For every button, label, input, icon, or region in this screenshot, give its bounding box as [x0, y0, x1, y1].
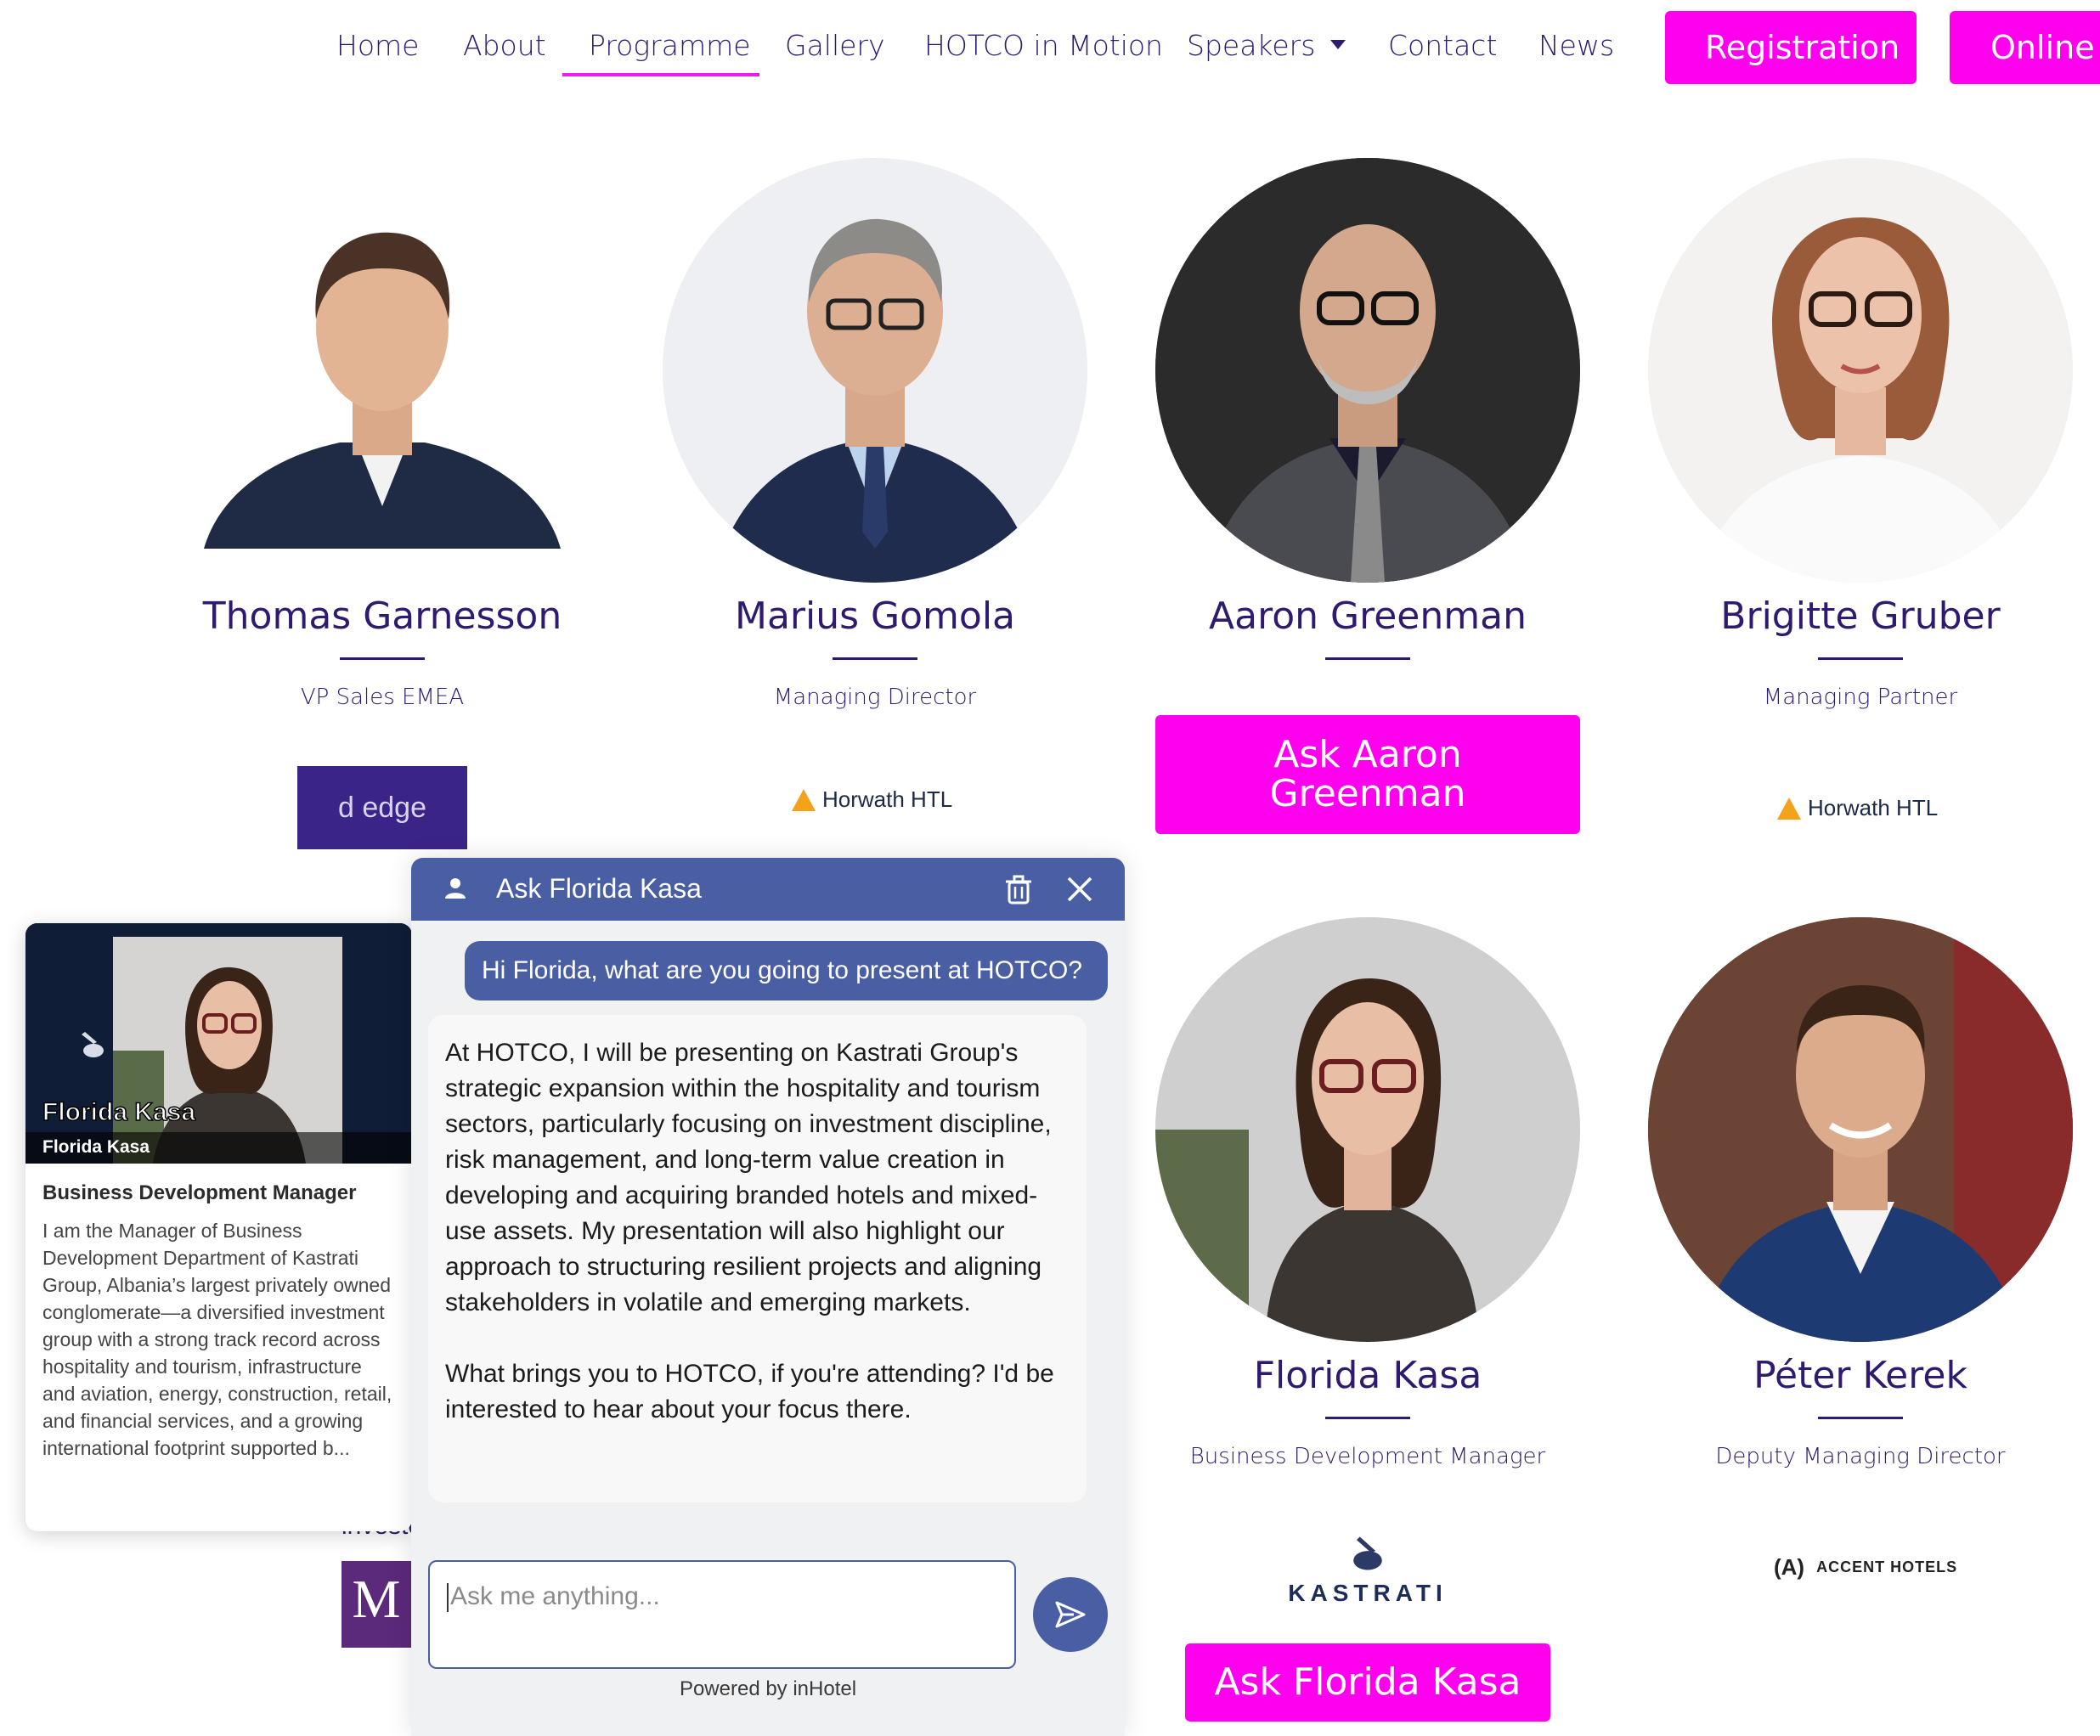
speaker-title: Managing Director — [773, 685, 977, 710]
chat-input[interactable]: Ask me anything... — [428, 1560, 1016, 1669]
chat-bot-paragraph: What brings you to HOTCO, if you're atte… — [445, 1360, 1054, 1423]
online-event-button[interactable]: Online E — [1950, 11, 2100, 84]
chat-input-placeholder: Ask me anything... — [450, 1582, 660, 1610]
speaker-name: Marius Gomola — [734, 595, 1016, 638]
speaker-title: Business Development Manager — [1189, 1444, 1546, 1469]
chat-user-message: Hi Florida, what are you going to presen… — [465, 941, 1108, 1000]
nav-programme[interactable]: Programme — [589, 29, 751, 62]
company-logo-mellow-mood: M — [342, 1561, 411, 1648]
speaker-name: Florida Kasa — [1253, 1354, 1482, 1397]
chat-bot-paragraph: At HOTCO, I will be presenting on Kastra… — [445, 1039, 1052, 1316]
speaker-divider — [1325, 1417, 1410, 1419]
horwath-triangle-icon — [1777, 797, 1801, 820]
company-logo-kastrati: KASTRATI — [1274, 1529, 1461, 1614]
speaker-name: Brigitte Gruber — [1720, 595, 2001, 638]
mellow-logo-letter: M — [352, 1569, 401, 1629]
chat-header: Ask Florida Kasa — [411, 858, 1125, 921]
speaker-photo — [1648, 917, 2073, 1342]
speaker-name: Thomas Garnesson — [202, 595, 562, 638]
powered-by-text: Powered by inHotel — [679, 1677, 857, 1700]
speaker-photo — [663, 158, 1087, 583]
horwath-logo-text: Horwath HTL — [1808, 795, 1939, 820]
company-logo-horwath: Horwath HTL — [1777, 795, 1938, 821]
text-cursor — [447, 1583, 449, 1613]
ask-aaron-greenman-button[interactable]: Ask Aaron Greenman — [1155, 715, 1580, 834]
speaker-title: Managing Partner — [1763, 685, 1958, 710]
close-icon[interactable] — [1067, 876, 1092, 902]
accent-logo-text: ACCENT HOTELS — [1816, 1558, 1958, 1575]
horwath-logo-text: Horwath HTL — [822, 786, 953, 812]
nav-hotco-in-motion[interactable]: HOTCO in Motion — [924, 29, 1163, 62]
nav-active-underline — [562, 73, 759, 76]
nav-speakers-label: Speakers — [1187, 29, 1316, 62]
nav-news[interactable]: News — [1538, 29, 1614, 62]
registration-button[interactable]: Registration — [1665, 11, 1917, 84]
chat-bot-message: At HOTCO, I will be presenting on Kastra… — [428, 1015, 1087, 1502]
profile-card-bio: I am the Manager of Business Development… — [42, 1220, 392, 1459]
send-icon — [1055, 1601, 1086, 1628]
speaker-title: Deputy Managing Director — [1715, 1444, 2006, 1469]
speaker-photo — [1155, 158, 1580, 583]
speaker-divider — [1818, 657, 1903, 660]
profile-card-photo — [25, 923, 412, 1164]
speaker-name: Aaron Greenman — [1209, 595, 1527, 638]
profile-card-name-overlay: Florida Kasa — [42, 1097, 196, 1127]
nav-gallery[interactable]: Gallery — [785, 29, 885, 62]
speaker-photo — [1155, 917, 1580, 1342]
chevron-down-icon — [1330, 40, 1346, 49]
speaker-divider — [1325, 657, 1410, 660]
nav-speakers[interactable]: Speakers — [1187, 29, 1346, 62]
profile-card-hero — [25, 923, 412, 1164]
profile-card-name: Florida Kasa — [42, 1137, 150, 1157]
chat-panel: Ask Florida Kasa Hi Florida, what are yo… — [411, 858, 1125, 1736]
speaker-profile-card: Florida Kasa Florida Kasa Business Devel… — [25, 923, 412, 1531]
horwath-triangle-icon — [792, 788, 816, 811]
kastrati-emblem-icon — [1353, 1536, 1382, 1570]
speaker-divider — [833, 657, 917, 660]
accent-mark-icon: (A) — [1774, 1554, 1805, 1580]
speaker-divider — [1818, 1417, 1903, 1419]
kastrati-logo-text: KASTRATI — [1288, 1580, 1448, 1606]
nav-home[interactable]: Home — [336, 29, 419, 62]
send-button[interactable] — [1033, 1577, 1108, 1652]
speaker-name: Péter Kerek — [1753, 1354, 1967, 1397]
dedge-logo-text: d edge — [338, 791, 426, 824]
company-logo-dedge: d edge — [297, 766, 467, 849]
company-logo-horwath: Horwath HTL — [792, 786, 952, 813]
chat-title: Ask Florida Kasa — [496, 873, 702, 904]
user-icon — [445, 878, 466, 899]
speaker-divider — [340, 657, 425, 660]
ask-florida-kasa-button[interactable]: Ask Florida Kasa — [1185, 1643, 1550, 1722]
speaker-photo — [170, 158, 595, 549]
speaker-title: VP Sales EMEA — [300, 685, 465, 710]
profile-card-role: Business Development Manager — [42, 1181, 357, 1204]
nav-about[interactable]: About — [463, 29, 546, 62]
company-logo-accent-hotels: (A) ACCENT HOTELS — [1774, 1554, 1957, 1581]
trash-icon[interactable] — [1004, 875, 1033, 905]
speaker-photo — [1648, 158, 2073, 583]
nav-contact[interactable]: Contact — [1388, 29, 1497, 62]
